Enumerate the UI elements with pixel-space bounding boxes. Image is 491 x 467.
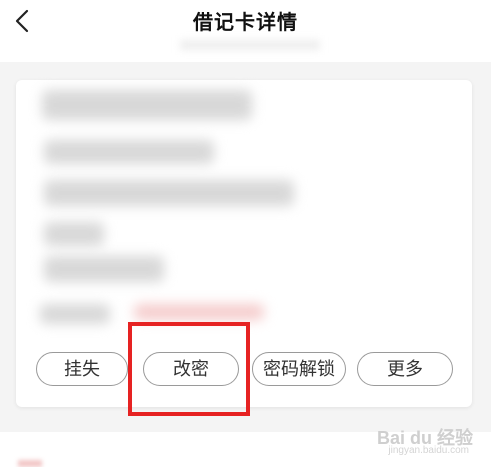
blurred-red-mark — [18, 460, 42, 467]
header-bar: 借记卡详情 — [0, 0, 491, 62]
watermark-url: jingyan.baidu.com — [388, 445, 469, 456]
blurred-card-info-row5 — [44, 256, 164, 282]
page-title: 借记卡详情 — [193, 10, 298, 34]
blurred-card-info-row3 — [44, 180, 294, 206]
unlock-password-button[interactable]: 密码解锁 — [252, 352, 346, 386]
blurred-card-info-row6 — [40, 304, 110, 324]
blurred-card-info-row4 — [44, 222, 104, 246]
card-action-row: 挂失 改密 密码解锁 更多 — [0, 352, 491, 392]
blurred-card-info-row1 — [42, 90, 252, 120]
report-loss-button[interactable]: 挂失 — [36, 352, 128, 386]
title-underline-blur — [180, 40, 320, 50]
blurred-card-info-row7 — [134, 304, 264, 320]
change-password-button[interactable]: 改密 — [143, 352, 239, 386]
more-button[interactable]: 更多 — [357, 352, 453, 386]
blurred-card-info-row2 — [44, 140, 214, 164]
